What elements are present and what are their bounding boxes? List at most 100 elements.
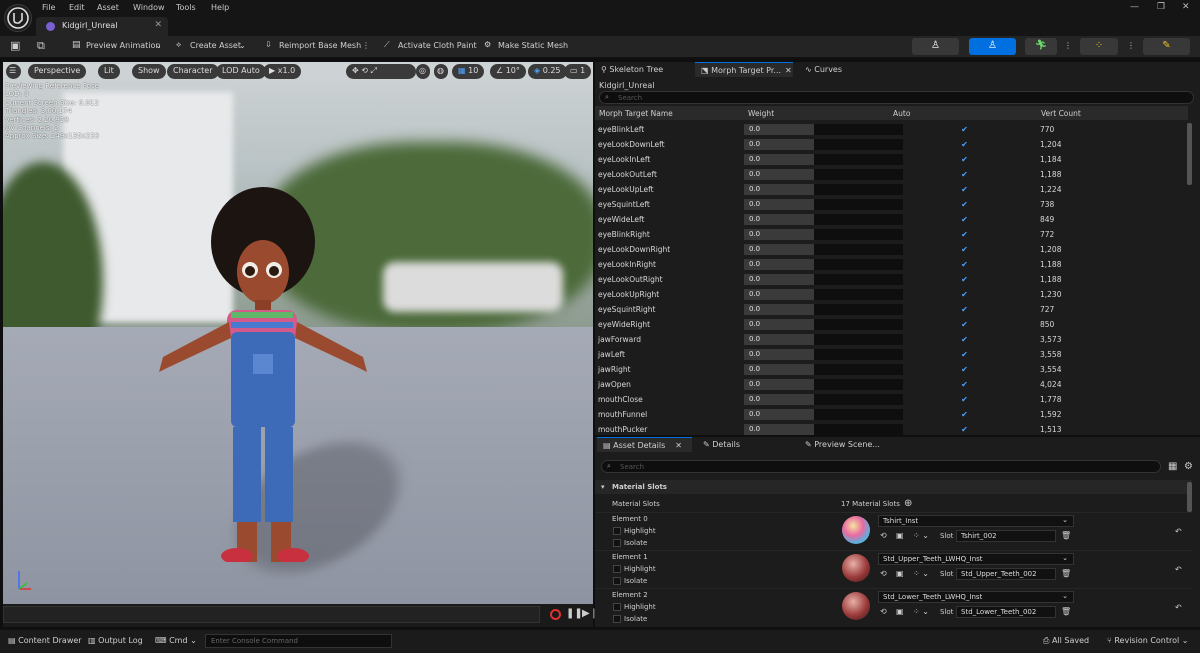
weight-input[interactable]: 0.0 (744, 289, 814, 300)
slot-name-input[interactable]: Std_Upper_Teeth_002 (956, 568, 1056, 580)
perspective-button[interactable]: Perspective (28, 64, 87, 79)
morph-row[interactable]: eyeSquintLeft 0.0 ✔ 738 (595, 197, 1185, 212)
weight-input[interactable]: 0.0 (744, 424, 814, 435)
weight-input[interactable]: 0.0 (744, 334, 814, 345)
auto-checkbox[interactable]: ✔ (960, 380, 969, 389)
morph-row[interactable]: eyeWideRight 0.0 ✔ 850 (595, 317, 1185, 332)
weight-slider[interactable] (814, 289, 903, 300)
menu-edit[interactable]: Edit (69, 3, 85, 12)
weight-slider[interactable] (814, 349, 903, 360)
minimize-icon[interactable]: — (1130, 2, 1139, 12)
morph-row[interactable]: jawOpen 0.0 ✔ 4,024 (595, 377, 1185, 392)
weight-slider[interactable] (814, 259, 903, 270)
morph-row[interactable]: jawRight 0.0 ✔ 3,554 (595, 362, 1185, 377)
material-dropdown[interactable]: Tshirt_Inst ⌄ (878, 515, 1074, 527)
weight-input[interactable]: 0.0 (744, 409, 814, 420)
weight-input[interactable]: 0.0 (744, 349, 814, 360)
isolate-checkbox[interactable] (613, 577, 621, 585)
auto-checkbox[interactable]: ✔ (960, 425, 969, 434)
weight-slider[interactable] (814, 244, 903, 255)
pause-icon[interactable]: ❚❚ (566, 608, 583, 619)
morph-row[interactable]: eyeLookInRight 0.0 ✔ 1,188 (595, 257, 1185, 272)
auto-checkbox[interactable]: ✔ (960, 125, 969, 134)
weight-slider[interactable] (814, 229, 903, 240)
animation-mode-button[interactable]: 🏃︎ (1025, 38, 1057, 55)
auto-checkbox[interactable]: ✔ (960, 350, 969, 359)
browse-folder-icon[interactable]: ▣ (896, 607, 904, 616)
document-tab[interactable]: Kidgirl_Unreal ✕ (36, 17, 168, 36)
weight-input[interactable]: 0.0 (744, 319, 814, 330)
tab-preview-scene[interactable]: ✎ Preview Scene... (799, 437, 886, 452)
reset-arrow-icon[interactable]: ↶ (1175, 603, 1182, 612)
morph-search-input[interactable]: ⌕ Search (599, 91, 1194, 104)
auto-checkbox[interactable]: ✔ (960, 245, 969, 254)
material-thumbnail[interactable] (842, 554, 870, 582)
weight-slider[interactable] (814, 304, 903, 315)
record-icon[interactable] (550, 609, 561, 620)
highlight-checkbox[interactable] (613, 565, 621, 573)
tab-details[interactable]: ✎ Details (697, 437, 746, 452)
auto-checkbox[interactable]: ✔ (960, 320, 969, 329)
header-name[interactable]: Morph Target Name (599, 109, 673, 118)
camera-speed-button[interactable]: ▭ 1 (564, 64, 592, 79)
surface-snap-icon[interactable]: ◎ (416, 64, 430, 79)
chevron-down-icon[interactable]: ⌄ (155, 41, 162, 50)
auto-checkbox[interactable]: ✔ (960, 215, 969, 224)
options-icon[interactable]: ⁘ ⌄ (913, 531, 929, 540)
scrollbar[interactable] (1187, 123, 1192, 185)
details-search-input[interactable]: ⌕ Search (601, 460, 1161, 473)
trash-icon[interactable]: 🗑︎ (1061, 607, 1071, 616)
weight-slider[interactable] (814, 379, 903, 390)
gear-icon[interactable]: ⚙ (1184, 461, 1193, 472)
menu-asset[interactable]: Asset (97, 3, 119, 12)
morph-row[interactable]: eyeSquintRight 0.0 ✔ 727 (595, 302, 1185, 317)
weight-input[interactable]: 0.0 (744, 139, 814, 150)
weight-input[interactable]: 0.0 (744, 184, 814, 195)
morph-row[interactable]: mouthFunnel 0.0 ✔ 1,592 (595, 407, 1185, 422)
more-options-icon[interactable]: ⋮ (362, 41, 370, 50)
close-tab-icon[interactable]: ✕ (675, 441, 682, 450)
use-selected-icon[interactable]: ⟲ (880, 531, 887, 540)
viewport[interactable]: ☰ Perspective Lit Show Character LOD Aut… (3, 62, 593, 604)
character-model[interactable] (143, 182, 383, 562)
weight-input[interactable]: 0.0 (744, 244, 814, 255)
auto-checkbox[interactable]: ✔ (960, 335, 969, 344)
morph-row[interactable]: eyeWideLeft 0.0 ✔ 849 (595, 212, 1185, 227)
menu-tools[interactable]: Tools (176, 3, 196, 12)
auto-checkbox[interactable]: ✔ (960, 410, 969, 419)
weight-input[interactable]: 0.0 (744, 124, 814, 135)
material-dropdown[interactable]: Std_Lower_Teeth_LWHQ_Inst ⌄ (878, 591, 1074, 603)
weight-input[interactable]: 0.0 (744, 274, 814, 285)
all-saved-button[interactable]: ⎙ All Saved (1043, 636, 1089, 646)
close-window-icon[interactable]: ✕ (1182, 2, 1190, 12)
auto-checkbox[interactable]: ✔ (960, 365, 969, 374)
morph-row[interactable]: eyeLookUpLeft 0.0 ✔ 1,224 (595, 182, 1185, 197)
morph-row[interactable]: eyeLookOutRight 0.0 ✔ 1,188 (595, 272, 1185, 287)
weight-input[interactable]: 0.0 (744, 304, 814, 315)
lit-button[interactable]: Lit (98, 64, 120, 79)
morph-row[interactable]: jawLeft 0.0 ✔ 3,558 (595, 347, 1185, 362)
weight-slider[interactable] (814, 319, 903, 330)
mesh-mode-button[interactable]: ♙ (969, 38, 1016, 55)
add-slot-icon[interactable]: ⊕ (904, 498, 912, 509)
content-drawer-button[interactable]: ▤ Content Drawer (8, 636, 82, 645)
blueprint-mode-button[interactable]: ⁘ (1080, 38, 1118, 55)
use-selected-icon[interactable]: ⟲ (880, 569, 887, 578)
highlight-checkbox[interactable] (613, 603, 621, 611)
weight-slider[interactable] (814, 154, 903, 165)
weight-input[interactable]: 0.0 (744, 169, 814, 180)
weight-slider[interactable] (814, 214, 903, 225)
menu-window[interactable]: Window (133, 3, 165, 12)
preview-animation-button[interactable]: Preview Animation (86, 41, 160, 50)
tab-curves[interactable]: ∿ Curves (799, 62, 848, 77)
morph-row[interactable]: eyeLookOutLeft 0.0 ✔ 1,188 (595, 167, 1185, 182)
weight-slider[interactable] (814, 184, 903, 195)
menu-help[interactable]: Help (211, 3, 229, 12)
close-tab-icon[interactable]: ✕ (154, 20, 162, 30)
weight-input[interactable]: 0.0 (744, 394, 814, 405)
slot-name-input[interactable]: Tshirt_002 (956, 530, 1056, 542)
make-static-mesh-button[interactable]: Make Static Mesh (498, 41, 568, 50)
weight-input[interactable]: 0.0 (744, 364, 814, 375)
output-log-button[interactable]: ▥ Output Log (88, 636, 143, 645)
playback-speed-button[interactable]: ▶ x1.0 (263, 64, 302, 79)
